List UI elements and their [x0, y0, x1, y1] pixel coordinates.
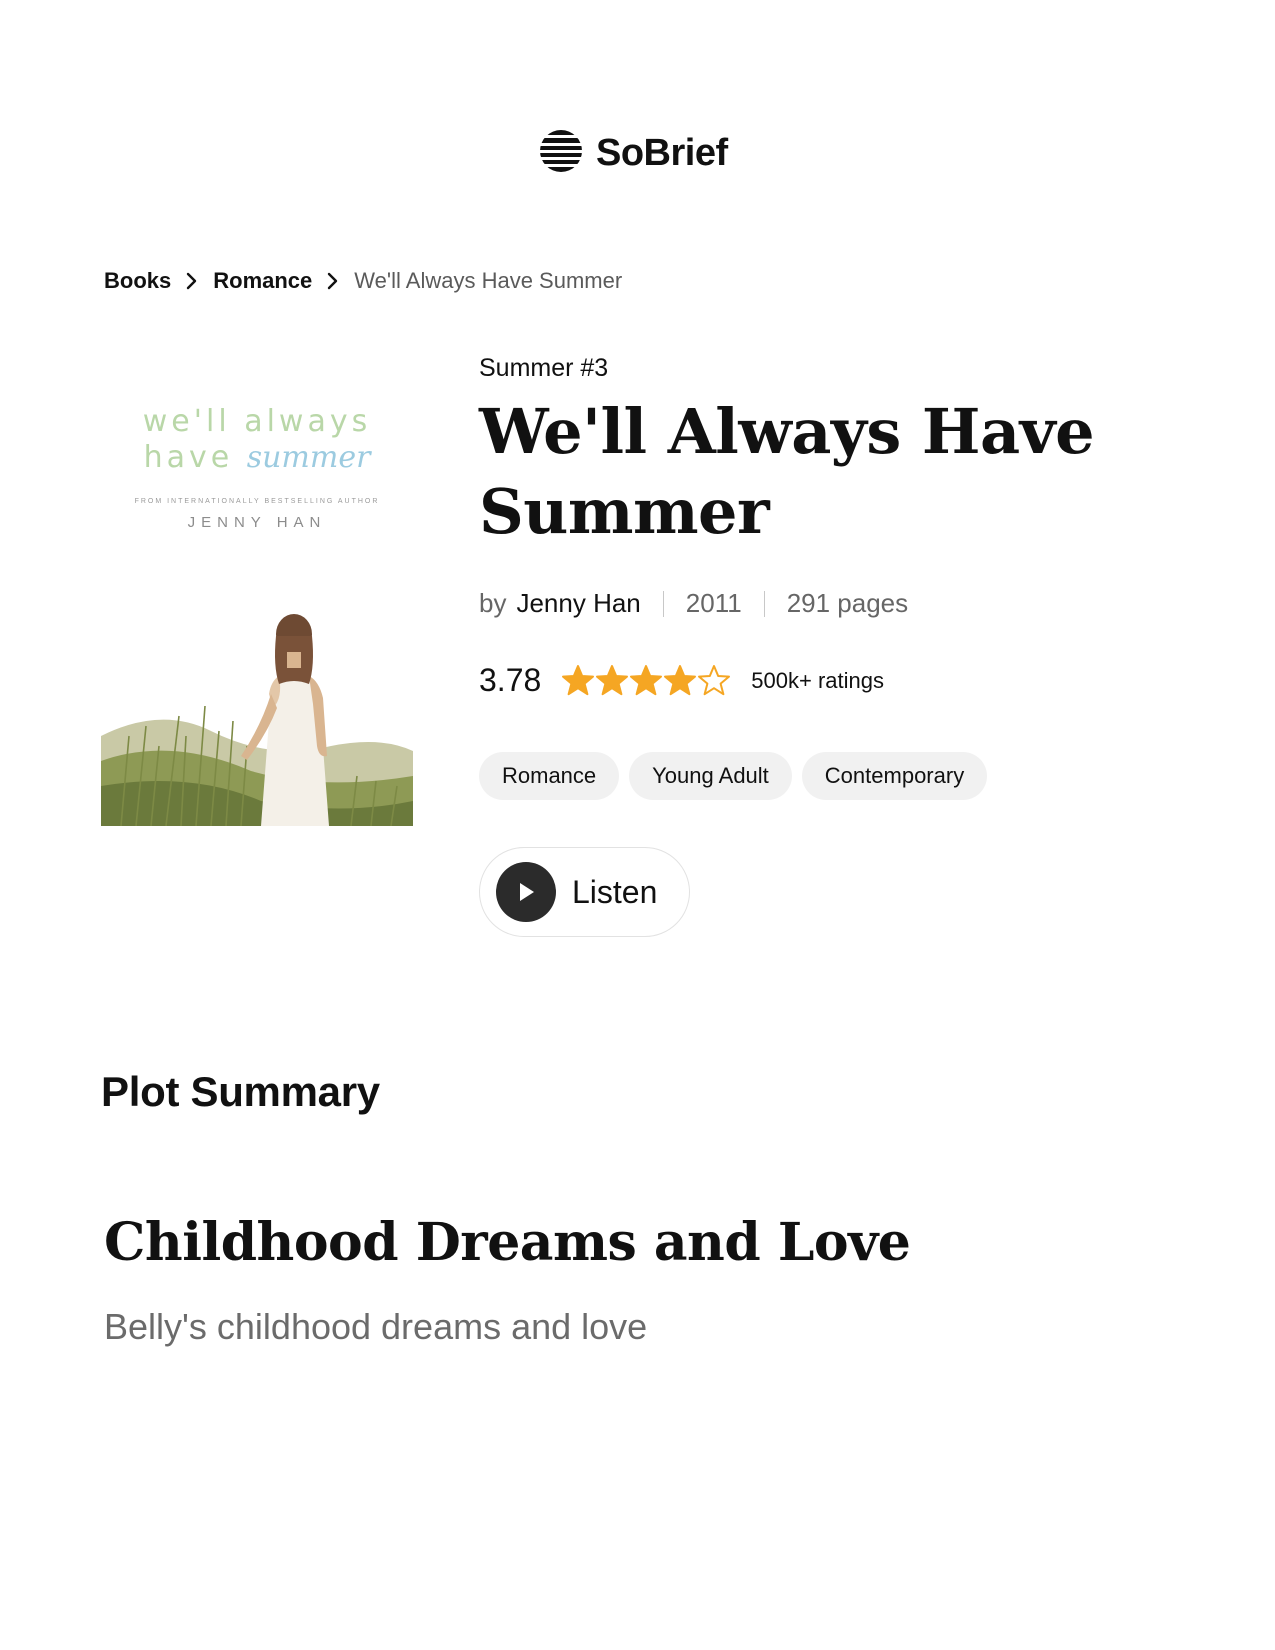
brand-name: SoBrief	[596, 132, 728, 174]
chapter-title: Childhood Dreams and Love	[104, 1212, 911, 1273]
tag-contemporary[interactable]: Contemporary	[801, 752, 988, 800]
site-logo[interactable]: SoBrief	[540, 130, 728, 177]
star-icon	[698, 664, 731, 695]
rating-row: 3.78 500k+ ratings	[479, 662, 884, 699]
meta-divider	[763, 590, 765, 617]
listen-button[interactable]: Listen	[479, 847, 690, 937]
cover-tagline: from internationally bestselling author	[134, 498, 380, 505]
plot-summary-heading: Plot Summary	[101, 1068, 380, 1115]
logo-icon	[540, 130, 582, 177]
book-cover: we'll always have summer from internatio…	[101, 380, 413, 826]
breadcrumb-romance[interactable]: Romance	[213, 268, 312, 294]
star-icon	[664, 664, 697, 695]
tag-young-adult[interactable]: Young Adult	[629, 752, 792, 800]
genre-tags: Romance Young Adult Contemporary	[479, 752, 997, 800]
meta-divider	[662, 590, 664, 617]
cover-title-line1: we'll always	[142, 404, 372, 439]
play-icon	[496, 862, 556, 922]
star-icon	[630, 664, 663, 695]
by-label: by	[479, 588, 507, 618]
star-icon	[596, 664, 629, 695]
cover-title-word: have	[143, 440, 234, 475]
ratings-count: 500k+ ratings	[751, 667, 884, 693]
breadcrumb-current: We'll Always Have Summer	[354, 268, 623, 293]
publication-year: 2011	[685, 588, 742, 618]
star-rating	[561, 664, 731, 698]
book-series: Summer #3	[479, 354, 609, 382]
breadcrumb: Books Romance We'll Always Have Summer	[104, 268, 622, 294]
star-icon	[562, 664, 595, 695]
tag-romance[interactable]: Romance	[479, 752, 620, 800]
cover-title-accent: summer	[246, 440, 371, 475]
cover-author: JENNY HAN	[187, 514, 327, 531]
author-link[interactable]: Jenny Han	[516, 588, 640, 619]
book-title: We'll Always Have Summer	[479, 395, 1095, 548]
chevron-right-icon	[185, 272, 199, 290]
chevron-right-icon	[326, 272, 340, 290]
listen-label: Listen	[572, 873, 658, 910]
cover-title-line2: have summer	[101, 440, 413, 475]
rating-value: 3.78	[479, 662, 542, 698]
breadcrumb-books[interactable]: Books	[104, 268, 171, 294]
cover-illustration	[101, 586, 413, 826]
book-meta: by Jenny Han 2011 291 pages	[479, 588, 908, 619]
chapter-text: Belly's childhood dreams and love	[104, 1306, 648, 1347]
page-count: 291 pages	[786, 588, 909, 618]
